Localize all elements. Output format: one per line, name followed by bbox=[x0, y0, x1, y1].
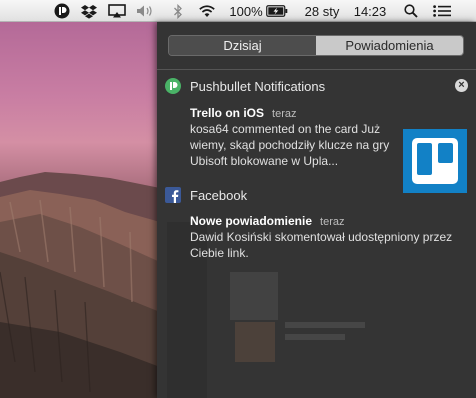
dropbox-icon[interactable] bbox=[78, 0, 100, 22]
header-divider bbox=[157, 69, 476, 70]
app-name-facebook: Facebook bbox=[190, 188, 248, 203]
notification-title: Nowe powiadomienie bbox=[190, 214, 313, 228]
pushbullet-icon[interactable] bbox=[52, 0, 72, 22]
notification-body: Dawid Kosiński skomentował udostępniony … bbox=[190, 230, 453, 260]
group-header-pushbullet: Pushbullet Notifications × bbox=[157, 75, 476, 97]
date-display[interactable]: 28 sty bbox=[298, 0, 346, 22]
spotlight-search-icon[interactable] bbox=[400, 0, 422, 22]
close-icon[interactable]: × bbox=[455, 79, 468, 92]
notification-time: teraz bbox=[320, 216, 345, 228]
battery-percent: 100% bbox=[229, 3, 263, 19]
tab-dzisiaj[interactable]: Dzisiaj bbox=[169, 36, 316, 55]
notification-title: Trello on iOS bbox=[190, 106, 265, 120]
group-header-facebook: Facebook bbox=[157, 184, 476, 206]
desktop-wallpaper bbox=[0, 22, 160, 398]
app-name-pushbullet: Pushbullet Notifications bbox=[190, 79, 326, 94]
notification-item[interactable]: Nowe powiadomienie teraz Dawid Kosiński s… bbox=[190, 214, 460, 261]
notification-center-panel: Dzisiaj Powiadomienia Pushbullet Notific… bbox=[157, 22, 476, 398]
notification-center-icon[interactable] bbox=[430, 0, 454, 22]
view-toggle: Dzisiaj Powiadomienia bbox=[168, 35, 464, 56]
notification-time: teraz bbox=[272, 108, 297, 120]
pushbullet-icon bbox=[165, 78, 181, 94]
menu-bar: 100% 28 sty 14:23 bbox=[0, 0, 476, 22]
notification-body: kosa64 commented on the card Już wiemy, … bbox=[190, 122, 390, 168]
battery-charging-icon[interactable] bbox=[266, 0, 288, 22]
tab-powiadomienia[interactable]: Powiadomienia bbox=[316, 36, 463, 55]
volume-icon[interactable] bbox=[134, 0, 158, 22]
notification-item[interactable]: Trello on iOS teraz kosa64 commented on t… bbox=[190, 106, 400, 169]
wifi-icon[interactable] bbox=[196, 0, 218, 22]
airplay-icon[interactable] bbox=[106, 0, 128, 22]
clock-display[interactable]: 14:23 bbox=[350, 0, 390, 22]
bluetooth-icon[interactable] bbox=[170, 0, 186, 22]
facebook-icon bbox=[165, 187, 181, 203]
